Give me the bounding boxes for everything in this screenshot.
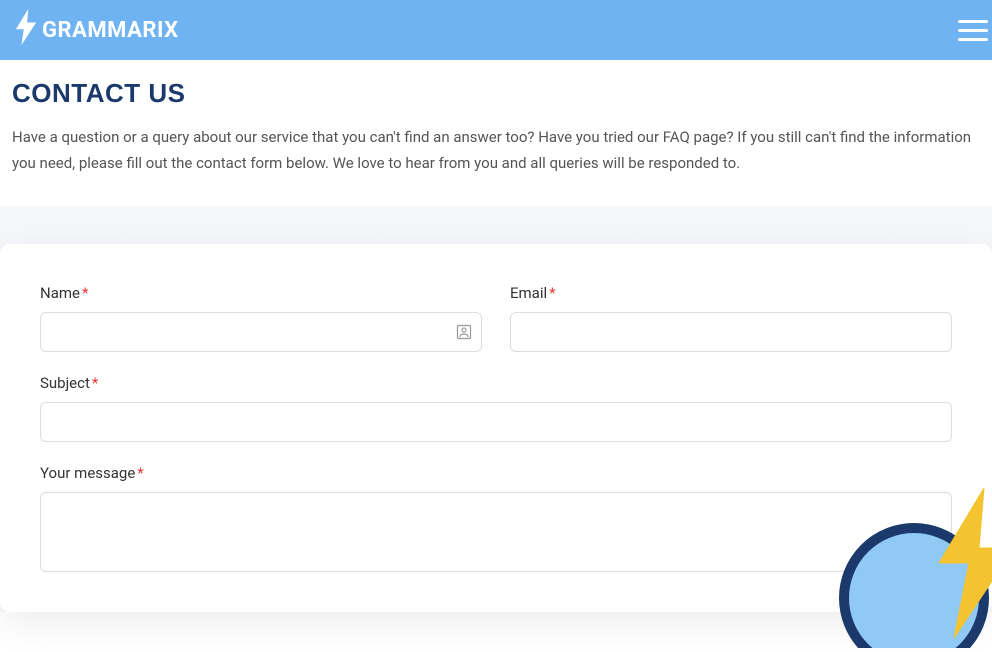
required-mark: * — [82, 284, 88, 302]
intro-text: Have a question or a query about our ser… — [12, 125, 980, 176]
contact-card-icon — [456, 324, 472, 340]
name-label: Name* — [40, 284, 482, 302]
subject-field-group: Subject* — [40, 374, 952, 442]
email-label: Email* — [510, 284, 952, 302]
message-label: Your message* — [40, 464, 952, 482]
message-field-group: Your message* — [40, 464, 952, 572]
brand-logo[interactable]: GRAMMARIX — [12, 9, 179, 51]
contact-form-card: Name* Email* — [0, 244, 992, 612]
subject-label: Subject* — [40, 374, 952, 392]
site-header: GRAMMARIX — [0, 0, 992, 60]
email-field-group: Email* — [510, 284, 952, 352]
message-textarea[interactable] — [40, 492, 952, 572]
page-content: CONTACT US Have a question or a query ab… — [0, 60, 992, 176]
email-input[interactable] — [510, 312, 952, 352]
form-section: Name* Email* — [0, 206, 992, 612]
subject-input[interactable] — [40, 402, 952, 442]
brand-name: GRAMMARIX — [42, 18, 179, 43]
lightning-icon — [12, 9, 40, 51]
required-mark: * — [137, 464, 143, 482]
name-field-group: Name* — [40, 284, 482, 352]
page-title: CONTACT US — [12, 78, 980, 109]
menu-icon[interactable] — [958, 18, 988, 42]
required-mark: * — [549, 284, 555, 302]
required-mark: * — [92, 374, 98, 392]
name-input[interactable] — [40, 312, 482, 352]
